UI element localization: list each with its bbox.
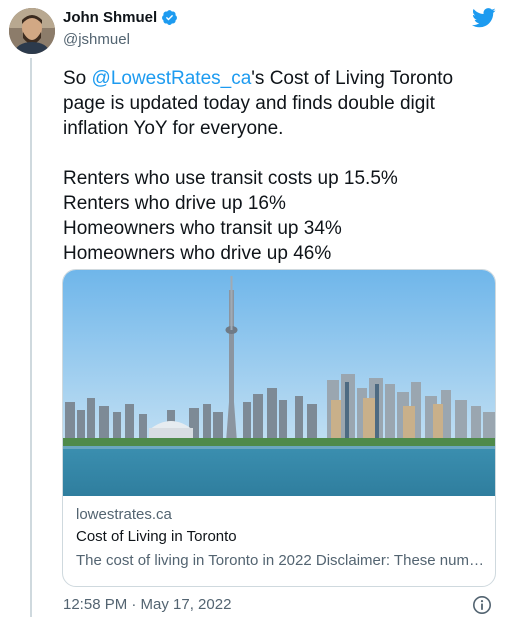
handle[interactable]: @jshmuel bbox=[63, 31, 130, 48]
stat-line: Renters who use transit costs up 15.5% bbox=[63, 168, 398, 189]
card-description: The cost of living in Toronto in 2022 Di… bbox=[76, 552, 484, 569]
stat-line: Renters who drive up 16% bbox=[63, 193, 286, 214]
avatar-photo bbox=[9, 8, 55, 54]
card-title: Cost of Living in Toronto bbox=[76, 528, 237, 545]
display-name[interactable]: John Shmuel bbox=[63, 9, 157, 26]
tweet: John Shmuel @jshmuel So @LowestRates_ca'… bbox=[0, 0, 506, 617]
card-image bbox=[63, 270, 495, 496]
user-name-row[interactable]: John Shmuel bbox=[63, 9, 178, 26]
mention-link[interactable]: @LowestRates_ca bbox=[92, 68, 252, 89]
stat-line: Homeowners who drive up 46% bbox=[63, 243, 332, 264]
stat-line: Homeowners who transit up 34% bbox=[63, 218, 342, 239]
thread-line bbox=[30, 58, 32, 617]
tweet-paragraph: So @LowestRates_ca's Cost of Living Toro… bbox=[63, 66, 463, 141]
tweet-text-prefix: So bbox=[63, 68, 92, 89]
tweet-text: So @LowestRates_ca's Cost of Living Toro… bbox=[63, 66, 493, 266]
twitter-bird-icon[interactable] bbox=[472, 8, 496, 28]
card-domain: lowestrates.ca bbox=[76, 506, 172, 523]
info-icon[interactable] bbox=[472, 595, 492, 615]
link-preview-card[interactable]: lowestrates.ca Cost of Living in Toronto… bbox=[62, 269, 496, 587]
timestamp[interactable]: 12:58 PM · May 17, 2022 bbox=[63, 596, 231, 613]
verified-badge-icon bbox=[162, 10, 178, 25]
avatar[interactable] bbox=[9, 8, 55, 54]
